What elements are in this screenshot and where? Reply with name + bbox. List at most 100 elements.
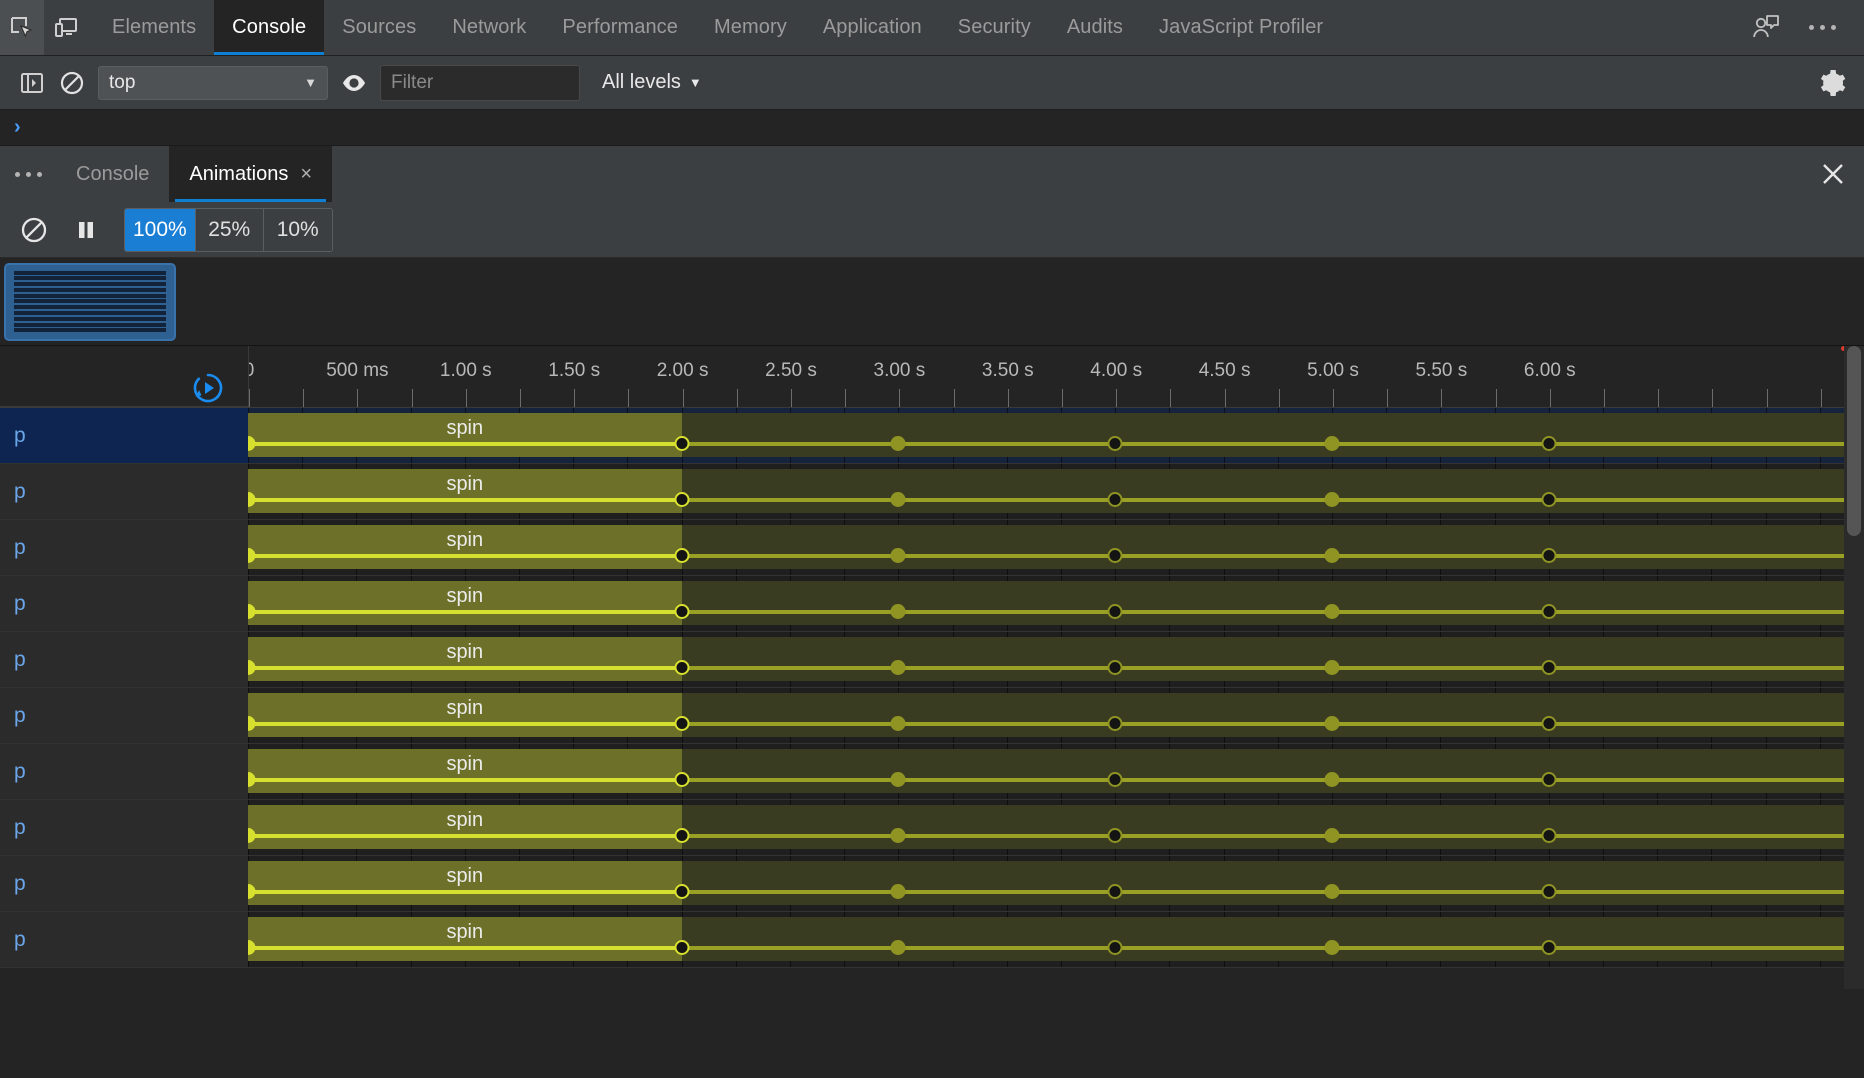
animation-row[interactable]: p spin [0,576,1864,632]
clear-animations-icon[interactable] [10,208,58,252]
speed-100-button[interactable]: 100% [125,208,196,251]
animation-track[interactable]: spin [248,856,1864,911]
animation-node-label[interactable]: p [0,520,248,575]
keyframe-marker[interactable] [890,660,906,675]
animation-group-preview[interactable] [4,262,176,341]
keyframe-marker[interactable] [1324,772,1340,787]
keyframe-marker[interactable] [1541,492,1557,507]
tab-audits[interactable]: Audits [1049,0,1141,55]
tab-performance[interactable]: Performance [544,0,696,55]
keyframe-marker[interactable] [674,604,690,619]
keyframe-marker[interactable] [890,492,906,507]
tab-elements[interactable]: Elements [94,0,214,55]
feedback-person-icon[interactable] [1738,13,1794,43]
keyframe-marker[interactable] [1324,884,1340,899]
keyframe-marker[interactable] [890,548,906,563]
tab-sources[interactable]: Sources [324,0,434,55]
animation-node-label[interactable]: p [0,856,248,911]
keyframe-marker[interactable] [1324,940,1340,955]
keyframe-marker[interactable] [1107,772,1123,787]
timeline-ruler[interactable]: 0 500 ms 1.00 s 1.50 s 2.00 s 2.50 s 3.00 s 3.5… [248,346,1864,407]
keyframe-marker[interactable] [890,940,906,955]
keyframe-marker[interactable] [1541,772,1557,787]
animation-track[interactable]: spin [248,632,1864,687]
speed-25-button[interactable]: 25% [195,208,264,251]
filter-input[interactable]: Filter [380,64,580,101]
keyframe-marker[interactable] [674,548,690,563]
keyframe-marker[interactable] [674,828,690,843]
keyframe-marker[interactable] [1324,436,1340,451]
animation-track[interactable]: spin [248,520,1864,575]
keyframe-marker[interactable] [1541,828,1557,843]
close-tab-icon[interactable]: × [300,164,312,184]
speed-10-button[interactable]: 10% [263,208,332,251]
keyframe-marker[interactable] [1107,436,1123,451]
keyframe-marker[interactable] [1107,660,1123,675]
keyframe-marker[interactable] [1107,548,1123,563]
vertical-scrollbar[interactable] [1844,346,1864,989]
keyframe-marker[interactable] [1324,716,1340,731]
keyframe-marker[interactable] [1324,548,1340,563]
keyframe-marker[interactable] [1541,940,1557,955]
animation-track[interactable]: spin [248,800,1864,855]
inspect-element-icon[interactable] [0,0,44,55]
keyframe-marker[interactable] [1324,660,1340,675]
animation-node-label[interactable]: p [0,800,248,855]
keyframe-marker[interactable] [1324,604,1340,619]
drawer-tab-animations[interactable]: Animations × [169,146,333,202]
animation-row[interactable]: p spin [0,408,1864,464]
animation-track[interactable]: spin [248,912,1864,967]
tab-security[interactable]: Security [940,0,1049,55]
pause-icon[interactable] [62,208,110,252]
keyframe-marker[interactable] [1107,716,1123,731]
keyframe-marker[interactable] [1541,660,1557,675]
animation-node-label[interactable]: p [0,576,248,631]
keyframe-marker[interactable] [1107,828,1123,843]
device-toolbar-icon[interactable] [44,0,88,55]
keyframe-marker[interactable] [1107,604,1123,619]
close-drawer-icon[interactable] [1802,146,1864,202]
live-expression-eye-icon[interactable] [334,63,374,103]
keyframe-marker[interactable] [1541,716,1557,731]
keyframe-marker[interactable] [674,660,690,675]
animation-node-label[interactable]: p [0,464,248,519]
animation-row[interactable]: p spin [0,800,1864,856]
animation-row[interactable]: p spin [0,632,1864,688]
keyframe-marker[interactable] [890,884,906,899]
keyframe-marker[interactable] [890,772,906,787]
clear-console-icon[interactable] [52,63,92,103]
animation-node-label[interactable]: p [0,408,248,463]
keyframe-marker[interactable] [1541,884,1557,899]
animation-row[interactable]: p spin [0,912,1864,968]
drawer-tab-console[interactable]: Console [56,146,169,202]
animation-row[interactable]: p spin [0,464,1864,520]
keyframe-marker[interactable] [674,772,690,787]
keyframe-marker[interactable] [890,828,906,843]
animation-row[interactable]: p spin [0,856,1864,912]
keyframe-marker[interactable] [1541,548,1557,563]
console-prompt-row[interactable]: › [0,110,1864,146]
more-options-icon[interactable] [1794,25,1850,30]
tab-memory[interactable]: Memory [696,0,805,55]
scrollbar-thumb[interactable] [1847,346,1861,536]
keyframe-marker[interactable] [1541,436,1557,451]
keyframe-marker[interactable] [674,940,690,955]
console-sidebar-icon[interactable] [12,63,52,103]
animation-row[interactable]: p spin [0,520,1864,576]
animation-track[interactable]: spin [248,464,1864,519]
animation-node-label[interactable]: p [0,744,248,799]
keyframe-marker[interactable] [1107,940,1123,955]
animation-track[interactable]: spin [248,688,1864,743]
keyframe-marker[interactable] [890,716,906,731]
keyframe-marker[interactable] [890,604,906,619]
keyframe-marker[interactable] [1107,492,1123,507]
keyframe-marker[interactable] [674,884,690,899]
keyframe-marker[interactable] [1541,604,1557,619]
animation-node-label[interactable]: p [0,632,248,687]
keyframe-marker[interactable] [1324,492,1340,507]
execution-context-select[interactable]: top ▼ [98,65,328,100]
animation-node-label[interactable]: p [0,912,248,967]
animation-track[interactable]: spin [248,576,1864,631]
replay-animation-icon[interactable] [190,370,226,411]
tab-application[interactable]: Application [805,0,940,55]
